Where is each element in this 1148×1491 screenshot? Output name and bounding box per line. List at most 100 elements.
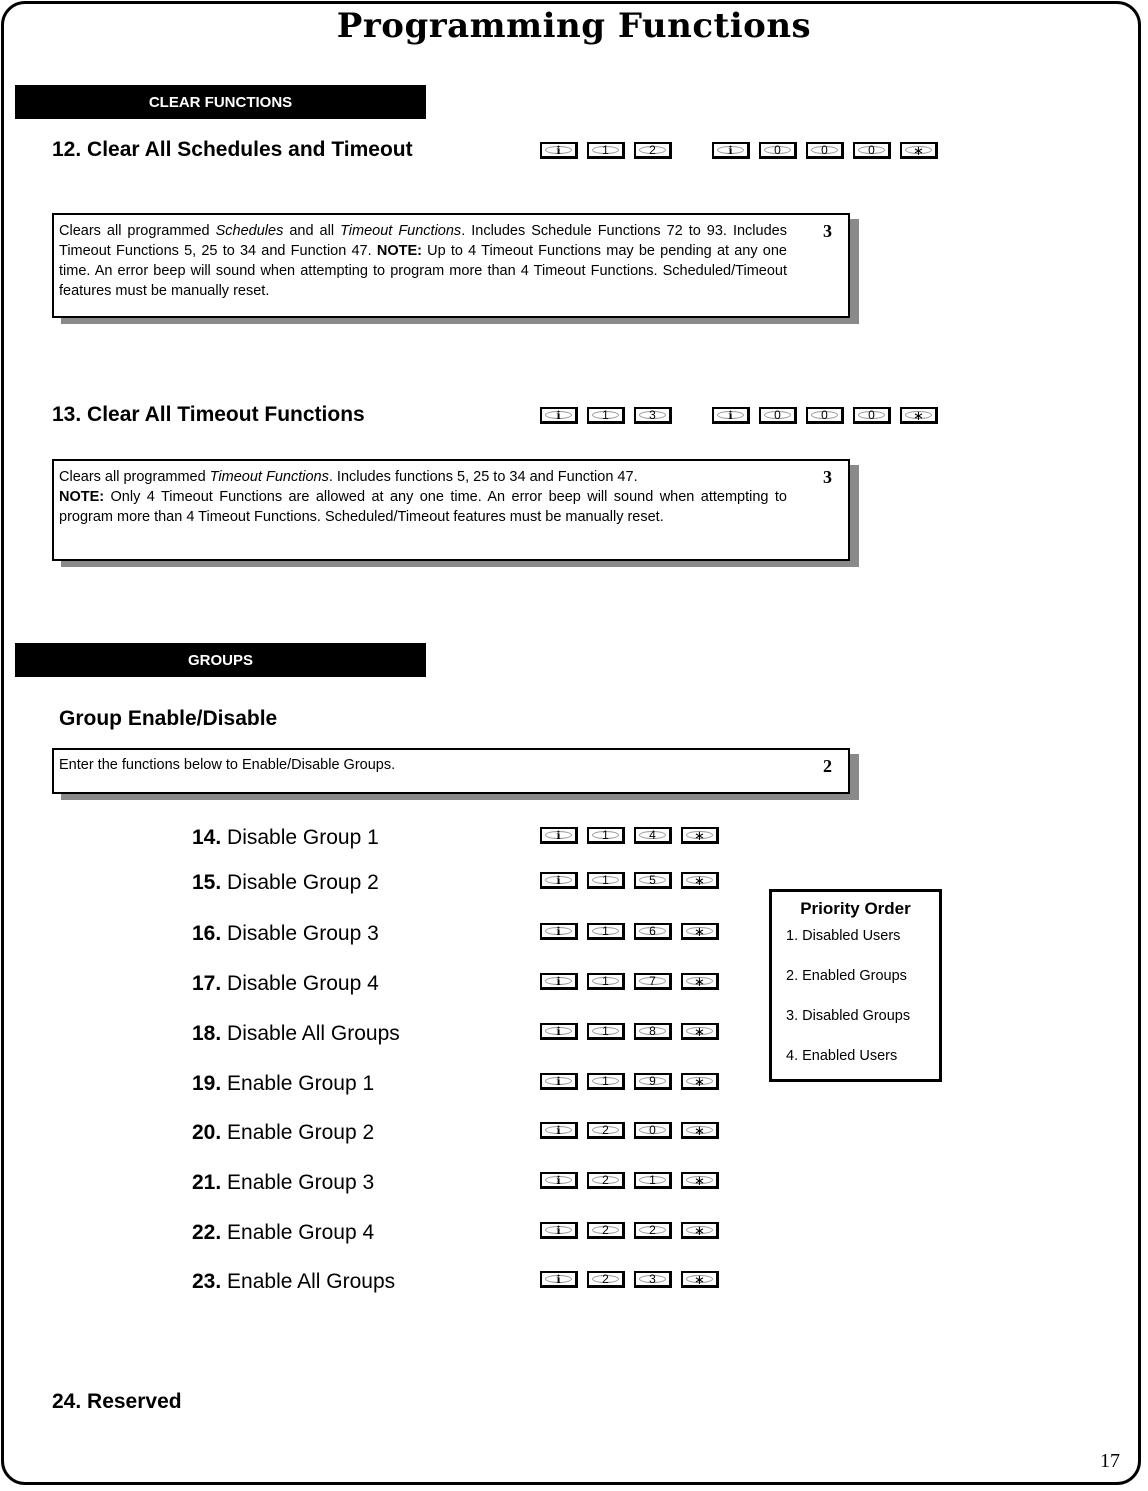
digit-label: 5 [649, 873, 656, 887]
function-12-level: 3 [823, 221, 832, 241]
function-12-description: Clears all programmed Schedules and all … [59, 221, 787, 301]
group-function-keys: ℹ 1 8 ∗ [540, 1023, 728, 1040]
program-key-icon: ℹ [540, 1271, 578, 1288]
group-function-number: 17. [192, 972, 222, 995]
group-function-label: Enable Group 3 [221, 1171, 375, 1194]
group-function-item: 16. Disable Group 3 [192, 922, 379, 946]
group-function-keys: ℹ 1 4 ∗ [540, 827, 728, 844]
digit-label: 2 [602, 1223, 609, 1237]
star-key: ∗ [900, 142, 938, 159]
star-key: ∗ [681, 973, 719, 990]
group-function-keys: ℹ 1 7 ∗ [540, 973, 728, 990]
group-function-item: 15. Disable Group 2 [192, 871, 379, 895]
function-12-heading: 12. Clear All Schedules and Timeout [52, 138, 413, 161]
group-function-label: Disable Group 1 [221, 826, 379, 849]
group-function-label: Enable Group 1 [221, 1072, 375, 1095]
function-13-description: Clears all programmed Timeout Functions.… [59, 467, 787, 527]
digit-label: 1 [602, 873, 609, 887]
star-key: ∗ [681, 1073, 719, 1090]
desc-note-label: NOTE: [59, 489, 105, 505]
desc-text: Only 4 Timeout Functions are allowed at … [59, 489, 787, 525]
program-key-icon: ℹ [540, 973, 578, 990]
digit-label: 0 [868, 408, 875, 422]
group-function-item: 22. Enable Group 4 [192, 1221, 374, 1245]
digit-key: 1 [587, 1023, 625, 1040]
section-header-groups: GROUPS [15, 643, 426, 677]
function-12-keys-part2: ℹ 0 0 0 ∗ [712, 142, 947, 159]
star-glyph: ∗ [694, 1222, 705, 1238]
digit-label: 1 [602, 408, 609, 422]
digit-key: 0 [853, 407, 891, 424]
desc-text: . Includes functions 5, 25 to 34 and Fun… [328, 469, 638, 485]
function-13-keys-part1: ℹ 1 3 [540, 407, 681, 424]
group-function-keys: ℹ 2 2 ∗ [540, 1222, 728, 1239]
digit-label: 0 [821, 143, 828, 157]
digit-key: 2 [634, 142, 672, 159]
digit-label: 2 [602, 1173, 609, 1187]
digit-key: 3 [634, 407, 672, 424]
star-key: ∗ [681, 1222, 719, 1239]
star-key: ∗ [900, 407, 938, 424]
digit-label: 1 [602, 1024, 609, 1038]
group-function-number: 15. [192, 871, 222, 894]
group-function-number: 23. [192, 1270, 222, 1293]
program-glyph-icon: ℹ [556, 1074, 561, 1088]
star-glyph: ∗ [694, 827, 705, 843]
digit-key: 1 [587, 923, 625, 940]
digit-label: 3 [649, 1272, 656, 1286]
digit-key: 8 [634, 1023, 672, 1040]
digit-label: 1 [602, 143, 609, 157]
program-glyph-icon: ℹ [556, 143, 561, 157]
program-glyph-icon: ℹ [556, 1173, 561, 1187]
star-glyph: ∗ [694, 1271, 705, 1287]
star-glyph: ∗ [913, 142, 924, 158]
group-function-keys: ℹ 2 3 ∗ [540, 1271, 728, 1288]
group-function-label: Enable Group 4 [221, 1221, 375, 1244]
digit-key: 0 [806, 407, 844, 424]
group-function-item: 18. Disable All Groups [192, 1022, 400, 1046]
star-key: ∗ [681, 1122, 719, 1139]
desc-text: Clears all programmed [59, 223, 216, 239]
digit-label: 0 [868, 143, 875, 157]
digit-label: 6 [649, 924, 656, 938]
function-24-heading: 24. Reserved [52, 1390, 182, 1413]
groups-heading: Group Enable/Disable [59, 707, 278, 730]
digit-key: 4 [634, 827, 672, 844]
group-function-label: Disable Group 3 [221, 922, 379, 945]
digit-label: 9 [649, 1074, 656, 1088]
priority-order-item: 4. Enabled Users [786, 1048, 898, 1064]
priority-order-item: 3. Disabled Groups [786, 1008, 911, 1024]
group-function-keys: ℹ 1 9 ∗ [540, 1073, 728, 1090]
program-glyph-icon: ℹ [728, 143, 733, 157]
group-function-label: Enable Group 2 [221, 1121, 375, 1144]
group-function-label: Disable Group 4 [221, 972, 379, 995]
digit-label: 7 [649, 974, 656, 988]
digit-label: 2 [649, 143, 656, 157]
star-glyph: ∗ [913, 407, 924, 423]
program-glyph-icon: ℹ [556, 1123, 561, 1137]
desc-text: Clears all programmed [59, 469, 210, 485]
program-key-icon: ℹ [712, 142, 750, 159]
digit-label: 0 [774, 143, 781, 157]
digit-key: 1 [587, 827, 625, 844]
group-function-number: 16. [192, 922, 222, 945]
program-key-icon: ℹ [540, 1023, 578, 1040]
star-glyph: ∗ [694, 1122, 705, 1138]
function-13-level: 3 [823, 467, 832, 487]
program-key-icon: ℹ [540, 142, 578, 159]
digit-key: 1 [587, 1073, 625, 1090]
groups-description: Enter the functions below to Enable/Disa… [59, 757, 396, 773]
star-glyph: ∗ [694, 1172, 705, 1188]
priority-order-item: 1. Disabled Users [786, 928, 901, 944]
digit-key: 0 [759, 142, 797, 159]
group-function-item: 14. Disable Group 1 [192, 826, 379, 850]
group-function-number: 21. [192, 1171, 222, 1194]
digit-key: 2 [587, 1122, 625, 1139]
program-key-icon: ℹ [540, 827, 578, 844]
program-key-icon: ℹ [540, 1122, 578, 1139]
page-title: Programming Functions [336, 6, 812, 46]
program-key-icon: ℹ [540, 1222, 578, 1239]
digit-label: 8 [649, 1024, 656, 1038]
desc-note-label: NOTE: [376, 243, 422, 259]
desc-emphasis: Timeout Functions [340, 223, 462, 239]
